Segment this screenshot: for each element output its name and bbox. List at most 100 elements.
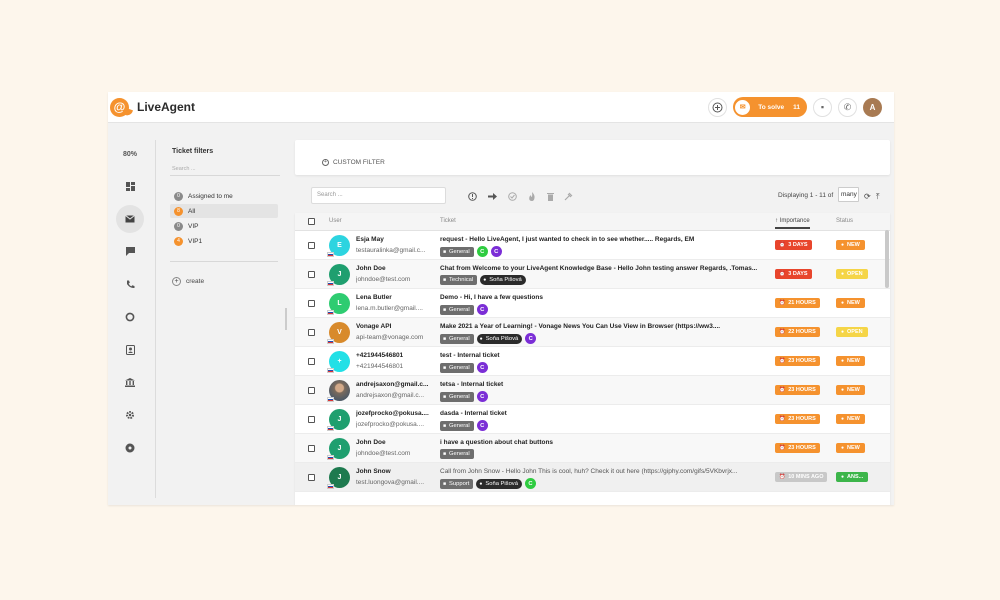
department-tag[interactable]: ■ General [440,246,474,257]
select-all-checkbox[interactable] [308,218,315,225]
contact-name[interactable]: Vonage API [356,323,391,330]
contacts-icon[interactable] [116,336,144,364]
table-row[interactable]: J John Doe johndoe@test.com i have a questi… [295,434,890,463]
filter-all[interactable]: 8 All [170,204,278,218]
contact-name[interactable]: Lena Butler [356,294,392,301]
table-row[interactable]: E Esja May testauralinka@gmail.c... request… [295,231,890,260]
ticket-subject[interactable]: Make 2021 a Year of Learning! - Vonage N… [440,323,770,330]
settings-icon[interactable] [116,401,144,429]
filter-vip1[interactable]: 4 VIP1 [170,234,278,248]
ticket-subject[interactable]: request - Hello LiveAgent, I just wanted… [440,236,770,243]
contact-name[interactable]: +421944546801 [356,352,403,359]
chat-icon[interactable] [116,237,144,265]
ticket-tags: ■ General C [440,420,491,431]
filter-assigned-to-me[interactable]: 0 Assigned to me [170,189,278,203]
ticket-subject[interactable]: tetsa - Internal ticket [440,381,770,388]
info-icon[interactable] [467,191,477,201]
chat-bubble-icon[interactable]: ▪ [813,97,832,117]
forward-icon[interactable] [487,191,497,201]
department-tag[interactable]: ■ General [440,304,474,315]
tag-badge[interactable]: C [476,304,488,315]
panel-resize-handle[interactable] [285,308,287,330]
page-size-select[interactable]: many [838,187,859,202]
table-row[interactable]: andrejsaxon@gmail.c... andrejsaxon@gmail.… [295,376,890,405]
scroll-top-icon[interactable]: ⤒ [876,192,880,202]
ticket-subject[interactable]: Call from John Snow - Hello John This is… [440,468,770,475]
liveagent-logo[interactable]: @ LiveAgent [110,97,195,117]
row-checkbox[interactable] [308,358,315,365]
merge-icon[interactable] [563,191,573,201]
agent-tag[interactable]: ● Soňa Pišová [480,275,526,285]
knowledgebase-icon[interactable] [116,368,144,396]
status-badge: ● OPEN [836,327,868,337]
filter-vip[interactable]: 0 VIP [170,219,278,233]
contact-email: test.luongova@gmail.... [356,479,425,486]
dashboard-icon[interactable] [116,172,144,200]
filters-search-input[interactable]: Search ... [170,162,280,176]
reports-icon[interactable] [116,303,144,331]
department-tag[interactable]: ■ General [440,362,474,373]
tag-badge[interactable]: C [525,333,537,344]
plugins-icon[interactable] [116,434,144,462]
row-checkbox[interactable] [308,445,315,452]
column-user[interactable]: User [329,218,342,224]
row-checkbox[interactable] [308,387,315,394]
row-checkbox[interactable] [308,474,315,481]
table-row[interactable]: V Vonage API api-team@vonage.com Make 2021 … [295,318,890,347]
to-solve-button[interactable]: ✉ To solve 11 [733,97,807,117]
table-row[interactable]: J John Snow test.luongova@gmail.... Call fr… [295,463,890,492]
department-tag[interactable]: ■ Support [440,478,474,489]
agent-tag[interactable]: ● Soňa Pišová [476,333,523,344]
column-importance[interactable]: ↑ Importance [775,218,810,229]
ticket-subject[interactable]: i have a question about chat buttons [440,439,770,446]
folder-icon: ■ [443,364,447,371]
department-tag[interactable]: ■ General [440,449,474,459]
priority-icon[interactable] [527,191,537,201]
table-row[interactable]: + +421944546801 +421944546801 test - Intern… [295,347,890,376]
tag-badge[interactable]: C [476,246,488,257]
row-checkbox[interactable] [308,242,315,249]
tag-badge[interactable]: C [476,391,488,402]
add-icon[interactable] [708,97,728,117]
refresh-icon[interactable]: ⟳ [864,192,871,201]
department-tag[interactable]: ■ General [440,420,474,431]
table-row[interactable]: J John Doe johndoe@test.com Chat from Welco… [295,260,890,289]
column-ticket[interactable]: Ticket [440,218,456,224]
contact-name[interactable]: andrejsaxon@gmail.c... [356,381,428,388]
phone-icon[interactable]: ✆ [838,97,857,117]
delete-icon[interactable] [545,191,555,201]
contact-name[interactable]: jozefprocko@pokusa.... [356,410,429,417]
row-checkbox[interactable] [308,271,315,278]
table-row[interactable]: L Lena Butler lena.m.butler@gmail.... Demo … [295,289,890,318]
agent-tag[interactable]: ● Soňa Pišová [476,478,522,489]
tag-badge[interactable]: C [524,478,536,489]
ticket-subject[interactable]: dasda - Internal ticket [440,410,770,417]
row-checkbox[interactable] [308,300,315,307]
phone-icon[interactable] [116,270,144,298]
user-avatar[interactable]: A [863,97,882,117]
row-checkbox[interactable] [308,416,315,423]
department-tag[interactable]: ■ Technical [440,275,478,285]
ticket-subject[interactable]: Chat from Welcome to your LiveAgent Know… [440,265,770,272]
department-tag[interactable]: ■ General [440,391,474,402]
resolve-icon[interactable] [507,191,517,201]
contact-name[interactable]: John Doe [356,265,386,272]
tag-badge[interactable]: C [476,362,488,373]
email-icon[interactable] [116,205,144,233]
create-filter-button[interactable]: + create [172,277,204,286]
zoom-level[interactable]: 80% [116,140,144,168]
tag-badge[interactable]: C [490,246,502,257]
ticket-subject[interactable]: Demo - Hi, I have a few questions [440,294,770,301]
row-checkbox[interactable] [308,329,315,336]
contact-name[interactable]: John Snow [356,468,391,475]
custom-filter-button[interactable]: + CUSTOM FILTER [322,159,385,166]
department-tag[interactable]: ■ General [440,333,474,344]
tag-badge[interactable]: C [476,420,488,431]
column-status[interactable]: Status [836,218,853,224]
table-scrollbar[interactable] [885,230,889,288]
contact-name[interactable]: John Doe [356,439,386,446]
table-row[interactable]: Jjozefprocko@pokusa.... jozefprocko@pokus… [295,405,890,434]
contact-name[interactable]: Esja May [356,236,384,243]
tickets-search-input[interactable]: Search ... [311,187,446,204]
ticket-subject[interactable]: test - Internal ticket [440,352,770,359]
